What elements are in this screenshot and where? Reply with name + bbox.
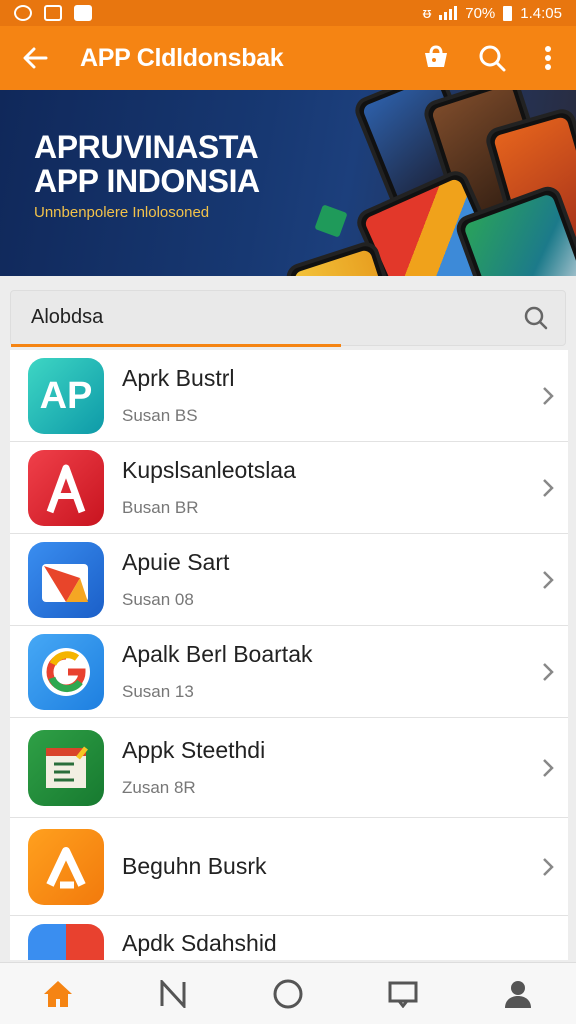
app-icon: AP: [28, 357, 104, 434]
app-name: Apuie Sart: [122, 549, 230, 575]
notification-icon: [14, 5, 32, 21]
app-icon: [28, 449, 104, 526]
nav-home[interactable]: [28, 964, 88, 1024]
notification-icons: [14, 5, 92, 21]
app-name: Aprk Bustrl: [122, 365, 235, 391]
clock: 1.4:05: [520, 4, 562, 22]
app-icon: [28, 633, 104, 710]
chevron-right-icon: [528, 570, 568, 590]
banner-subline: Unnbenpolere Inlolosoned: [34, 204, 210, 221]
app-name: Beguhn Busrk: [122, 853, 267, 879]
nav-messages[interactable]: [373, 964, 433, 1024]
chevron-right-icon: [528, 478, 568, 498]
app-icon: [28, 541, 104, 618]
chevron-right-icon: [528, 758, 568, 778]
battery-icon: [503, 5, 513, 21]
app-list: AP Aprk Bustrl Susan BS Kupslsanleotslaa…: [10, 350, 568, 960]
nav-news[interactable]: [143, 964, 203, 1024]
search-button[interactable]: [464, 26, 520, 90]
app-icon: [28, 924, 104, 960]
image-notification-icon: [74, 5, 92, 21]
promo-banner[interactable]: APRUVINASTA APP INDONSIA Unnbenpolere In…: [0, 90, 576, 276]
app-name: Apalk Berl Boartak: [122, 641, 313, 667]
list-item[interactable]: Apuie Sart Susan 08: [10, 534, 568, 626]
wifi-signal-icon: [439, 6, 458, 20]
search-bar: [10, 290, 566, 347]
chevron-right-icon: [528, 857, 568, 877]
search-input[interactable]: [11, 291, 511, 343]
list-item[interactable]: Kupslsanleotslaa Busan BR: [10, 442, 568, 534]
banner-headline-line2: APP INDONSIA: [34, 163, 260, 199]
banner-headline-line1: APRUVINASTA: [34, 129, 259, 165]
list-item[interactable]: Apdk Sdahshid: [10, 916, 568, 960]
more-vert-icon: [545, 46, 551, 70]
app-name: Kupslsanleotslaa: [122, 457, 296, 483]
app-meta: Busan BR: [122, 498, 199, 517]
home-icon: [43, 980, 72, 1007]
chevron-right-icon: [528, 386, 568, 406]
svg-text:AP: AP: [40, 375, 93, 417]
app-name: Apdk Sdahshid: [122, 930, 277, 956]
app-bar: APP Cldldonsbak: [0, 26, 576, 90]
message-notification-icon: [44, 5, 62, 21]
app-meta: Susan 08: [122, 590, 194, 609]
list-item[interactable]: Apalk Berl Boartak Susan 13: [10, 626, 568, 718]
banner-headline: APRUVINASTA APP INDONSIA: [34, 130, 260, 198]
arrow-left-icon: [23, 47, 48, 69]
vibrate-icon: ᵿ: [422, 4, 432, 22]
more-options-button[interactable]: [520, 26, 576, 90]
list-item[interactable]: AP Aprk Bustrl Susan BS: [10, 350, 568, 442]
battery-percent: 70%: [465, 4, 496, 22]
app-name: Appk Steethdi: [122, 737, 266, 763]
cube-decoration: [314, 204, 348, 238]
message-icon: [388, 981, 418, 1008]
app-icon: [28, 729, 104, 806]
app-meta: Susan BS: [122, 406, 198, 425]
app-screen: ᵿ 70% 1.4:05 APP Cldldonsbak APRUVINASTA…: [0, 0, 576, 1024]
search-icon: [479, 45, 506, 72]
search-icon[interactable]: [523, 305, 549, 331]
app-icon: [28, 828, 104, 905]
app-meta: Zusan 8R: [122, 778, 196, 797]
search-underline: [11, 344, 341, 347]
circle-icon: [273, 979, 303, 1008]
list-item[interactable]: Appk Steethdi Zusan 8R: [10, 718, 568, 818]
back-button[interactable]: [0, 26, 70, 90]
list-item[interactable]: Beguhn Busrk: [10, 818, 568, 916]
store-bag-icon: [425, 45, 447, 67]
status-bar: ᵿ 70% 1.4:05: [0, 0, 576, 26]
nav-profile[interactable]: [488, 964, 548, 1024]
nav-explore[interactable]: [258, 964, 318, 1024]
store-button[interactable]: [408, 26, 464, 90]
chevron-right-icon: [528, 662, 568, 682]
page-title: APP Cldldonsbak: [80, 43, 284, 72]
n-letter-icon: [160, 979, 186, 1008]
app-meta: Susan 13: [122, 682, 194, 701]
system-status: ᵿ 70% 1.4:05: [423, 5, 562, 22]
profile-icon: [505, 980, 532, 1008]
bottom-navigation: [0, 962, 576, 1024]
